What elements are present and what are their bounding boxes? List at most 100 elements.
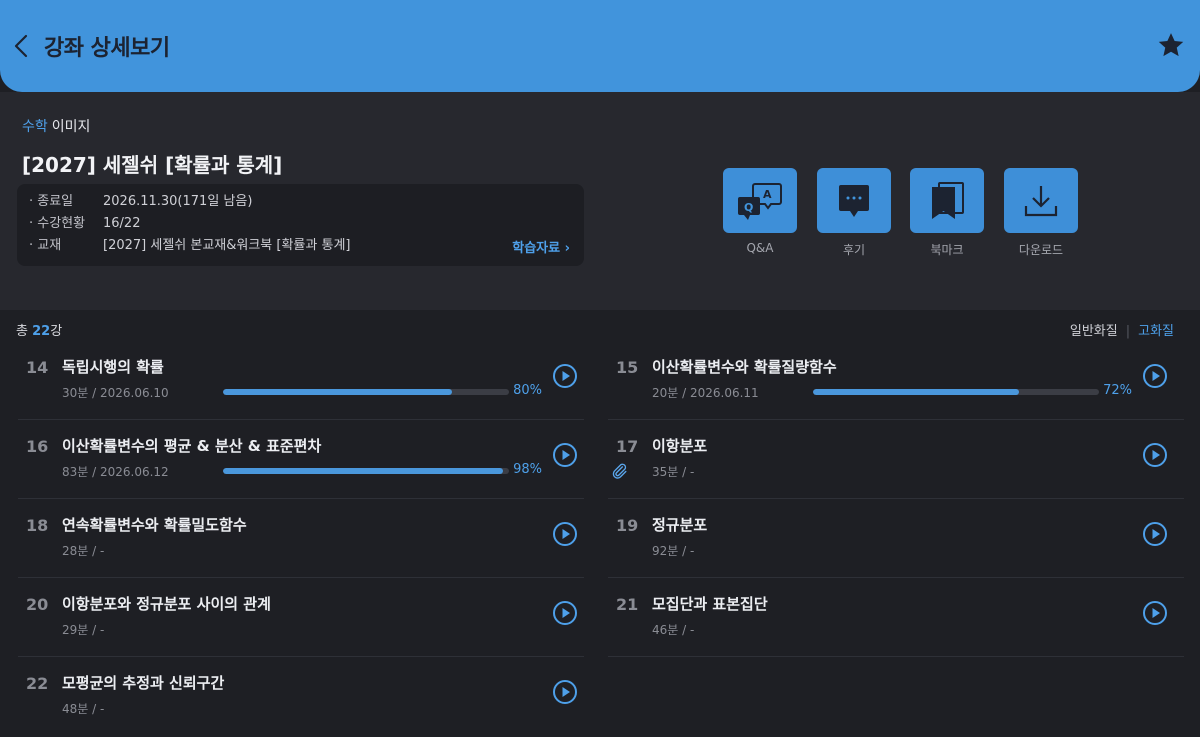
lesson-title: 이항분포	[652, 437, 708, 455]
qa-label: Q&A	[746, 241, 774, 255]
meta-label: · 교재	[29, 238, 62, 253]
lesson-progress-bar	[223, 468, 509, 474]
lesson-list-header: 총 22강 일반화질 | 고화질	[0, 310, 1200, 346]
lesson-item[interactable]: 15 이산확률변수와 확률질량함수 20분 / 2026.06.11 72%	[608, 346, 1174, 424]
lesson-item[interactable]: 17 이항분포 35분 / -	[608, 425, 1174, 503]
lesson-title: 모집단과 표본집단	[652, 595, 768, 613]
meta-value: 16/22	[103, 216, 141, 231]
svg-text:A: A	[763, 188, 772, 201]
meta-value: [2027] 세젤쉬 본교재&워크북 [확률과 통계]	[103, 238, 351, 253]
meta-textbook: · 교재 [2027] 세젤쉬 본교재&워크북 [확률과 통계]	[29, 236, 350, 256]
play-icon[interactable]	[552, 442, 578, 468]
lesson-meta: 20분 / 2026.06.11	[652, 386, 759, 400]
download-label: 다운로드	[1018, 243, 1064, 257]
lesson-item[interactable]: 19 정규분포 92분 / -	[608, 504, 1174, 582]
meta-end-date: · 종료일 2026.11.30(171일 남음)	[29, 192, 252, 212]
review-tile	[817, 168, 891, 233]
lesson-meta: 28분 / -	[62, 544, 105, 558]
lesson-item[interactable]: 21 모집단과 표본집단 46분 / -	[608, 583, 1174, 661]
row-divider	[18, 656, 584, 657]
lesson-number: 18	[26, 516, 49, 535]
play-icon[interactable]	[552, 521, 578, 547]
svg-text:Q: Q	[744, 201, 753, 214]
lesson-number: 17	[616, 437, 639, 456]
play-icon[interactable]	[552, 363, 578, 389]
lesson-progress-percent: 98%	[513, 462, 542, 477]
chevron-left-icon	[14, 34, 28, 58]
bookmark-tile	[910, 168, 984, 233]
course-type: 이미지	[51, 119, 91, 135]
bookmark-button[interactable]: 북마크	[910, 168, 984, 258]
lesson-item[interactable]: 16 이산확률변수의 평균 & 분산 & 표준편차 83분 / 2026.06.…	[18, 425, 584, 503]
lesson-title: 정규분포	[652, 516, 708, 534]
row-divider	[608, 498, 1184, 499]
lesson-meta: 35분 / -	[652, 465, 695, 479]
review-label: 후기	[842, 243, 866, 257]
star-icon	[1158, 33, 1184, 57]
total-count: 22	[32, 324, 51, 339]
quality-normal-option[interactable]: 일반화질	[1070, 324, 1118, 339]
course-category: 수학 이미지	[22, 116, 90, 136]
study-materials-link[interactable]: 학습자료 ›	[512, 237, 570, 256]
favorite-button[interactable]	[1156, 30, 1186, 60]
lesson-number: 22	[26, 674, 49, 693]
lesson-meta: 83분 / 2026.06.12	[62, 465, 169, 479]
lesson-progress-fill	[223, 468, 504, 474]
quality-divider: |	[1125, 324, 1131, 339]
lesson-number: 15	[616, 358, 639, 377]
download-icon	[1024, 185, 1058, 216]
lesson-meta: 29분 / -	[62, 623, 105, 637]
play-icon[interactable]	[1142, 600, 1168, 626]
bookmark-label: 북마크	[930, 243, 964, 257]
course-title: [2027] 세젤쉬 [확률과 통계]	[22, 153, 283, 177]
lesson-item[interactable]: 18 연속확률변수와 확률밀도함수 28분 / -	[18, 504, 584, 582]
qa-icon: A Q	[738, 182, 782, 220]
lesson-progress-percent: 80%	[513, 383, 542, 398]
back-button[interactable]	[10, 30, 36, 62]
lesson-progress-bar	[223, 389, 509, 395]
lesson-progress-fill	[223, 389, 452, 395]
lesson-title: 연속확률변수와 확률밀도함수	[62, 516, 247, 534]
row-divider	[18, 577, 584, 578]
play-icon[interactable]	[1142, 521, 1168, 547]
lesson-number: 16	[26, 437, 49, 456]
lesson-title: 이산확률변수의 평균 & 분산 & 표준편차	[62, 437, 322, 455]
lesson-meta: 92분 / -	[652, 544, 695, 558]
review-button[interactable]: 후기	[817, 168, 891, 258]
lesson-number: 19	[616, 516, 639, 535]
row-divider	[18, 419, 584, 420]
download-button[interactable]: 다운로드	[1004, 168, 1078, 258]
lesson-meta: 30분 / 2026.06.10	[62, 386, 169, 400]
app-header: 강좌 상세보기	[0, 0, 1200, 92]
lesson-item[interactable]: 14 독립시행의 확률 30분 / 2026.06.10 80%	[18, 346, 584, 424]
play-icon[interactable]	[1142, 363, 1168, 389]
meta-label: · 수강현황	[29, 216, 86, 231]
lesson-title: 이산확률변수와 확률질량함수	[652, 358, 837, 376]
quality-high-option[interactable]: 고화질	[1138, 324, 1174, 339]
meta-value: 2026.11.30(171일 남음)	[103, 194, 253, 209]
lesson-title: 독립시행의 확률	[62, 358, 164, 376]
paperclip-icon[interactable]	[610, 462, 628, 480]
play-icon[interactable]	[552, 679, 578, 705]
meta-progress: · 수강현황 16/22	[29, 214, 140, 234]
quality-selector: 일반화질 | 고화질	[1070, 320, 1174, 339]
lesson-meta: 48분 / -	[62, 702, 105, 716]
bookmark-icon	[932, 181, 964, 219]
play-icon[interactable]	[552, 600, 578, 626]
lesson-item[interactable]: 20 이항분포와 정규분포 사이의 관계 29분 / -	[18, 583, 584, 661]
course-info-panel: 수학 이미지 [2027] 세젤쉬 [확률과 통계] · 종료일 2026.11.3…	[0, 92, 1200, 310]
download-tile	[1004, 168, 1078, 233]
row-divider	[608, 656, 1184, 657]
page-title: 강좌 상세보기	[44, 36, 170, 61]
lesson-progress-percent: 72%	[1103, 383, 1132, 398]
row-divider	[608, 577, 1184, 578]
play-icon[interactable]	[1142, 442, 1168, 468]
lesson-number: 14	[26, 358, 49, 377]
lesson-item[interactable]: 22 모평균의 추정과 신뢰구간 48분 / -	[18, 662, 584, 737]
lesson-progress-bar	[813, 389, 1099, 395]
qa-button[interactable]: A Q Q&A	[723, 168, 797, 255]
lesson-number: 21	[616, 595, 639, 614]
lesson-number: 20	[26, 595, 49, 614]
course-subject: 수학	[22, 119, 48, 135]
qa-tile: A Q	[723, 168, 797, 233]
